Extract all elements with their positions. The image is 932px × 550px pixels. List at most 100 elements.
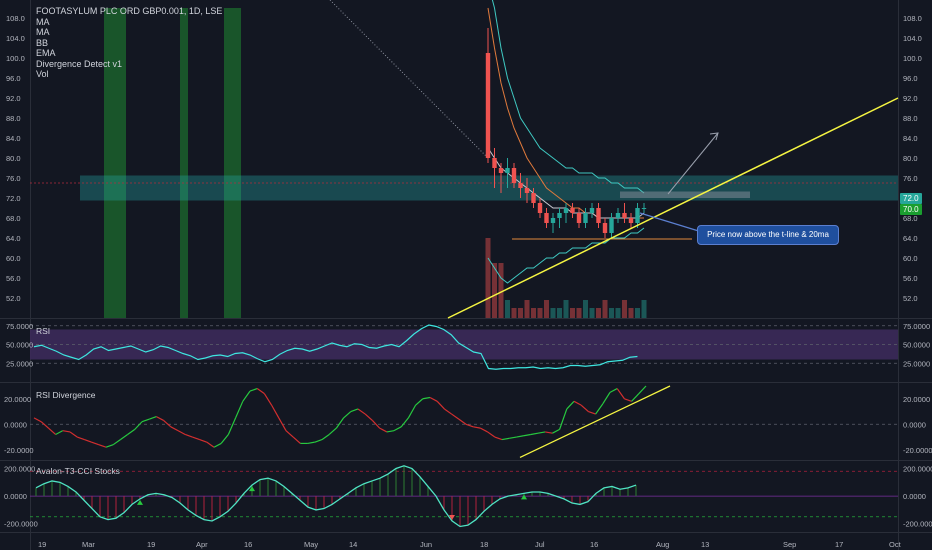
divergence-segment-39 xyxy=(307,441,315,445)
divergence-segment-23 xyxy=(192,436,200,441)
candle-body-16 xyxy=(589,208,595,213)
price-tick-right-7: 80.0 xyxy=(903,154,918,163)
green-signal-band-2 xyxy=(224,8,241,318)
volume-bar-6 xyxy=(524,300,530,318)
price-tick-right-10: 68.0 xyxy=(903,214,918,223)
price-tick-left-6: 84.0 xyxy=(6,134,21,143)
candle-body-8 xyxy=(537,203,543,213)
price-tick-left-8: 76.0 xyxy=(6,174,21,183)
volume-bar-14 xyxy=(576,308,582,318)
x-tick-6: 14 xyxy=(349,540,357,549)
indicator-ma-2[interactable]: MA xyxy=(36,27,222,38)
div-tick-right-1: 0.0000 xyxy=(903,420,926,429)
divergence-segment-76 xyxy=(573,400,582,406)
candle-body-5 xyxy=(518,183,523,188)
rsi-tick-left-1: 50.0000 xyxy=(6,341,33,350)
price-tick-right-13: 56.0 xyxy=(903,274,918,283)
candle-body-0 xyxy=(485,53,491,158)
divergence-segment-77 xyxy=(580,404,589,412)
divergence-segment-79 xyxy=(595,403,604,415)
divergence-segment-24 xyxy=(199,439,208,443)
bollinger-lower-line xyxy=(487,227,645,284)
divergence-segment-6 xyxy=(69,431,78,438)
volume-bar-0 xyxy=(485,238,491,318)
divergence-segment-27 xyxy=(220,434,229,444)
divergence-segment-31 xyxy=(249,387,258,392)
divergence-segment-29 xyxy=(235,401,244,419)
x-tick-1: Mar xyxy=(82,540,95,549)
volume-bar-10 xyxy=(550,308,556,318)
divergence-segment-5 xyxy=(62,430,71,433)
candle-body-4 xyxy=(511,168,517,183)
indicator-ma-1[interactable]: MA xyxy=(36,17,222,28)
divergence-segment-80 xyxy=(602,392,611,405)
divergence-segment-55 xyxy=(422,396,431,400)
divergence-segment-84 xyxy=(631,393,640,402)
divergence-segment-25 xyxy=(206,441,215,448)
divergence-segment-17 xyxy=(148,416,157,420)
cci-tick-right-1: 0.0000 xyxy=(903,492,926,501)
price-tick-left-9: 72.0 xyxy=(6,194,21,203)
indicator-ema[interactable]: EMA xyxy=(36,48,222,59)
volume-bar-21 xyxy=(622,300,627,318)
price-tick-right-14: 52.0 xyxy=(903,294,918,303)
price-tick-right-2: 100.0 xyxy=(903,54,922,63)
rsi-divergence-panel-title[interactable]: RSI Divergence xyxy=(36,390,96,400)
cci-tick-left-0: 200.0000 xyxy=(4,465,35,474)
volume-bar-12 xyxy=(563,300,569,318)
price-tick-right-8: 76.0 xyxy=(903,174,918,183)
divergence-segment-65 xyxy=(494,436,503,441)
divergence-segment-16 xyxy=(141,418,150,423)
price-tick-right-12: 60.0 xyxy=(903,254,918,263)
volume-bar-11 xyxy=(557,308,562,318)
divergence-segment-58 xyxy=(444,408,452,415)
divergence-segment-60 xyxy=(458,418,467,425)
divergence-segment-15 xyxy=(134,421,143,430)
rsi-panel-title[interactable]: RSI xyxy=(36,326,50,336)
divergence-segment-67 xyxy=(509,436,517,439)
rsi-tick-left-2: 25.0000 xyxy=(6,359,33,368)
divergence-segment-45 xyxy=(350,408,359,413)
divergence-segment-44 xyxy=(343,411,352,419)
volume-bar-16 xyxy=(589,308,595,318)
cci-tick-right-2: -200.0000 xyxy=(903,520,932,529)
div-tick-right-0: 20.0000 xyxy=(903,395,930,404)
price-tick-left-0: 108.0 xyxy=(6,14,25,23)
divergence-segment-28 xyxy=(227,417,237,435)
divergence-segment-37 xyxy=(292,436,301,444)
candle-body-6 xyxy=(524,188,530,193)
price-tick-left-14: 52.0 xyxy=(6,294,21,303)
candle-body-14 xyxy=(576,213,582,223)
cci-tick-left-1: 0.0000 xyxy=(4,492,27,501)
price-tick-right-11: 64.0 xyxy=(903,234,918,243)
divergence-segment-57 xyxy=(436,400,445,410)
cci-panel-title[interactable]: Avalon-T3-CCI Stocks xyxy=(36,466,120,476)
x-tick-7: Jun xyxy=(420,540,432,549)
divergence-segment-61 xyxy=(465,423,474,428)
price-tick-left-7: 80.0 xyxy=(6,154,21,163)
price-tick-left-3: 96.0 xyxy=(6,74,21,83)
div-tick-left-2: -20.0000 xyxy=(4,446,34,455)
x-tick-12: 13 xyxy=(701,540,709,549)
price-tick-left-2: 100.0 xyxy=(6,54,25,63)
price-tick-right-0: 108.0 xyxy=(903,14,922,23)
indicator-vol[interactable]: Vol xyxy=(36,69,222,80)
volume-bar-4 xyxy=(511,308,517,318)
symbol-title[interactable]: FOOTASYLUM PLC ORD GBP0.001, 1D, LSE xyxy=(36,6,222,17)
dotted-downtrend-line xyxy=(329,0,489,159)
volume-bar-3 xyxy=(505,300,510,318)
indicator-bb[interactable]: BB xyxy=(36,38,222,49)
price-tick-left-11: 64.0 xyxy=(6,234,21,243)
chart-svg: 108.0 108.0 104.0 104.0 100.0 100.0 96.0 96.0 92… xyxy=(0,0,932,550)
volume-bar-13 xyxy=(570,308,575,318)
candle-body-9 xyxy=(544,213,549,223)
indicator-divergence[interactable]: Divergence Detect v1 xyxy=(36,59,222,70)
divergence-segment-52 xyxy=(400,417,409,428)
volume-bar-24 xyxy=(641,300,647,318)
x-tick-15: Oct xyxy=(889,540,902,549)
volume-bar-15 xyxy=(583,300,588,318)
annotation-note[interactable]: Price now above the t-line & 20ma xyxy=(697,225,839,245)
divergence-segment-12 xyxy=(112,439,121,446)
price-tick-left-10: 68.0 xyxy=(6,214,21,223)
divergence-segment-82 xyxy=(616,388,625,400)
